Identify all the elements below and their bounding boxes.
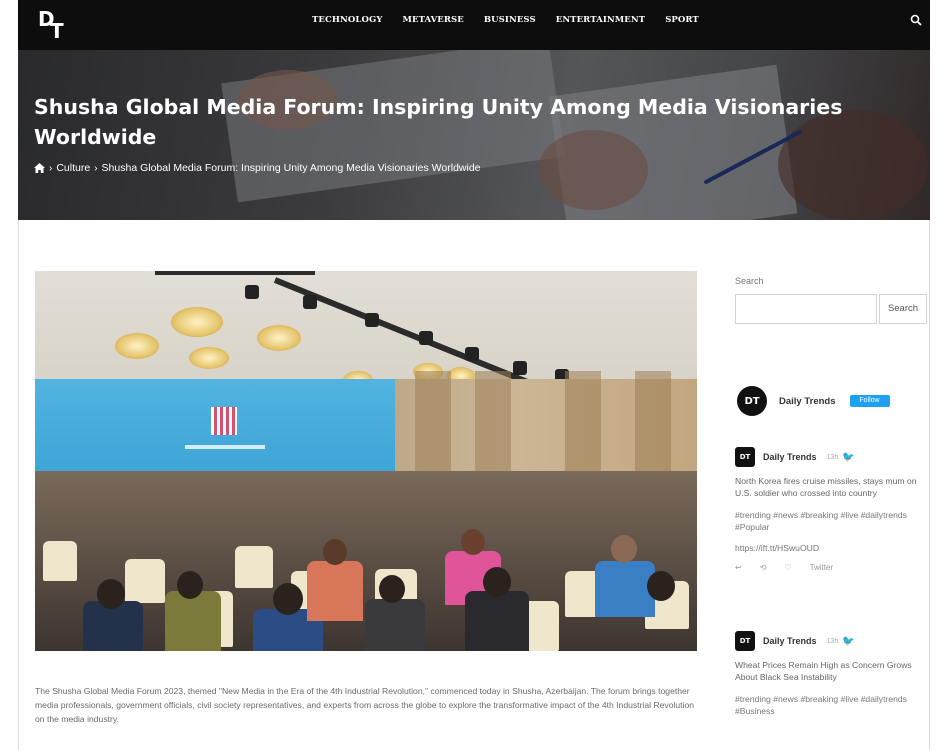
breadcrumb: › Culture › Shusha Global Media Forum: I… (34, 162, 481, 174)
logo-letter-t: T (50, 19, 64, 43)
photo-forum-logo (211, 407, 237, 435)
photo-attendee-head (97, 579, 125, 609)
nav-link-metaverse[interactable]: METAVERSE (402, 15, 463, 25)
twitter-account-name[interactable]: Daily Trends (779, 396, 836, 407)
tweet-author[interactable]: Daily Trends (763, 452, 817, 462)
photo-attendee-head (461, 529, 485, 555)
retweet-icon[interactable]: ⟲ (760, 563, 767, 572)
photo-chandelier (189, 347, 229, 369)
tweet-avatar[interactable]: DT (735, 631, 755, 651)
search-button[interactable]: Search (879, 294, 927, 324)
twitter-link[interactable]: Twitter (810, 563, 834, 572)
twitter-bird-icon: 🐦 (842, 635, 855, 647)
photo-spotlight (513, 361, 527, 375)
photo-attendee-head (611, 535, 637, 563)
top-navigation: D T TECHNOLOGY METAVERSE BUSINESS ENTERT… (18, 0, 930, 50)
photo-attendee-head (177, 571, 203, 599)
article-featured-image (35, 271, 697, 651)
photo-attendee (465, 591, 529, 651)
tweet-time: 13h (826, 637, 839, 645)
photo-attendee (165, 591, 221, 651)
tweet-avatar[interactable]: DT (735, 447, 755, 467)
twitter-widget-header: DT Daily Trends Follow (737, 386, 890, 416)
photo-chandelier (115, 333, 159, 359)
photo-attendee (307, 561, 363, 621)
like-icon[interactable]: ♡ (784, 563, 791, 572)
page-title: Shusha Global Media Forum: Inspiring Uni… (34, 95, 843, 149)
search-icon[interactable] (910, 14, 922, 26)
article-hero: Shusha Global Media Forum: Inspiring Uni… (18, 50, 930, 220)
photo-chair (125, 559, 165, 603)
photo-spotlight (303, 295, 317, 309)
twitter-follow-button[interactable]: Follow (849, 395, 890, 407)
search-label: Search (735, 276, 764, 286)
breadcrumb-culture[interactable]: Culture (56, 162, 90, 174)
tweet-text[interactable]: North Korea fires cruise missiles, stays… (735, 475, 925, 499)
twitter-bird-icon: 🐦 (842, 451, 855, 463)
tweet-time: 13h (826, 453, 839, 461)
article-intro-paragraph: The Shusha Global Media Forum 2023, them… (35, 686, 695, 724)
nav-link-business[interactable]: BUSINESS (484, 15, 536, 25)
photo-attendee-head (273, 583, 303, 615)
tweet-hashtags[interactable]: #trending #news #breaking #live #dailytr… (735, 693, 925, 717)
breadcrumb-separator-icon: › (49, 162, 53, 174)
nav-link-entertainment[interactable]: ENTERTAINMENT (556, 15, 645, 25)
tweet-actions: ↩ ⟲ ♡ Twitter (735, 563, 925, 572)
nav-link-sport[interactable]: SPORT (665, 15, 699, 25)
tweet-link[interactable]: https://ift.tt/HSwuOUD (735, 543, 925, 553)
photo-spotlight (245, 285, 259, 299)
photo-attendee (595, 561, 655, 617)
photo-attendee-head (379, 575, 405, 603)
search-input[interactable] (735, 294, 877, 324)
breadcrumb-current: Shusha Global Media Forum: Inspiring Uni… (101, 162, 481, 174)
photo-chandelier (171, 307, 223, 337)
photo-chandelier (257, 325, 301, 351)
tweet-hashtags[interactable]: #trending #news #breaking #live #dailytr… (735, 509, 925, 533)
main-menu: TECHNOLOGY METAVERSE BUSINESS ENTERTAINM… (312, 0, 719, 40)
photo-screen-text (185, 445, 265, 449)
twitter-account-avatar[interactable]: DT (737, 386, 767, 416)
tweet-author[interactable]: Daily Trends (763, 636, 817, 646)
reply-icon[interactable]: ↩ (735, 563, 742, 572)
nav-link-technology[interactable]: TECHNOLOGY (312, 15, 382, 25)
home-icon[interactable] (34, 163, 45, 173)
photo-attendee-head (483, 567, 511, 597)
photo-spotlight (365, 313, 379, 327)
photo-attendee (365, 599, 425, 651)
photo-spotlight (419, 331, 433, 345)
tweet-item: DT Daily Trends 13h 🐦 Wheat Prices Remai… (735, 631, 925, 717)
photo-lighting-truss (155, 271, 315, 275)
photo-chair (43, 541, 77, 581)
photo-attendee-head (323, 539, 347, 565)
tweet-item: DT Daily Trends 13h 🐦 North Korea fires … (735, 447, 925, 572)
tweet-text[interactable]: Wheat Prices Remain High as Concern Grow… (735, 659, 925, 683)
breadcrumb-separator-icon: › (94, 162, 98, 174)
photo-chair (235, 546, 273, 588)
photo-spotlight (465, 347, 479, 361)
photo-attendee-head (647, 571, 675, 601)
site-logo[interactable]: D T (38, 8, 66, 43)
